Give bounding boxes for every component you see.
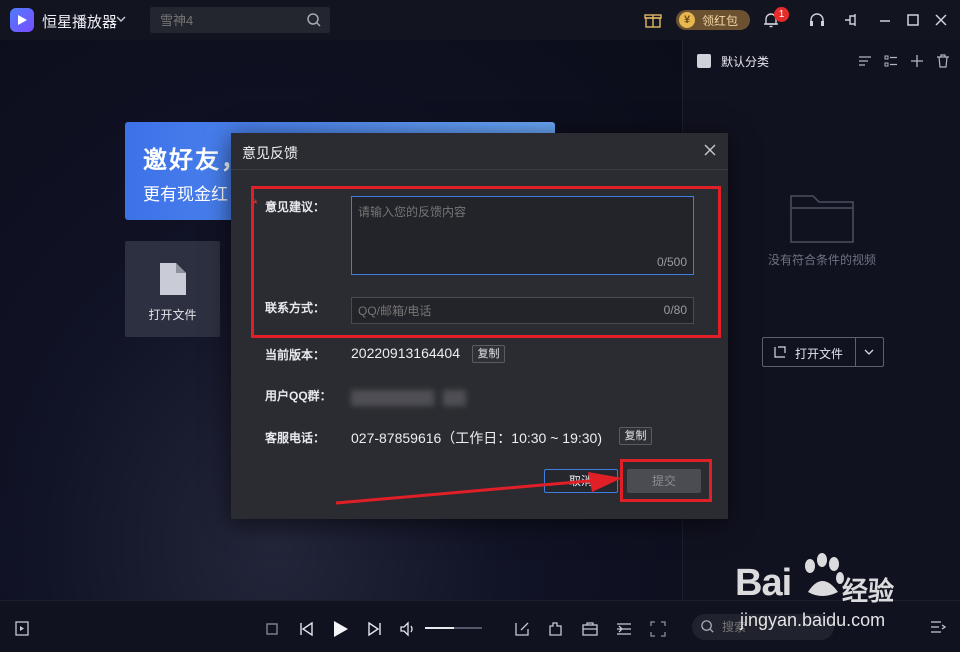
- chevron-down-icon[interactable]: [863, 346, 875, 358]
- open-file-button[interactable]: 打开文件: [762, 337, 884, 367]
- minimize-icon[interactable]: [876, 11, 894, 29]
- close-icon[interactable]: [932, 11, 950, 29]
- notification-badge: 1: [774, 7, 789, 22]
- open-file-icon: [774, 346, 786, 358]
- copy-phone-button[interactable]: 复制: [619, 427, 652, 445]
- annotation-box-form: [251, 186, 721, 338]
- baidu-paw-logo-icon: [805, 553, 844, 596]
- list-view-icon[interactable]: [883, 53, 899, 69]
- fullscreen-icon[interactable]: [649, 620, 667, 638]
- open-file-label: 打开文件: [148, 308, 197, 322]
- banner-subtitle: 更有现金红: [143, 185, 228, 204]
- qq-group-value-blurred: [351, 390, 466, 406]
- trash-icon[interactable]: [935, 53, 951, 69]
- file-icon: [160, 263, 186, 295]
- panel-toggle-icon[interactable]: [929, 618, 947, 636]
- open-file-card[interactable]: 打开文件: [125, 241, 220, 337]
- dialog-title: 意见反馈: [242, 145, 298, 161]
- chevron-down-icon[interactable]: [115, 13, 127, 25]
- empty-folder-icon: [790, 195, 854, 243]
- sort-icon[interactable]: [857, 53, 873, 69]
- annotation-arrow-icon: [335, 472, 622, 505]
- red-envelope-button[interactable]: ¥ 领红包: [676, 10, 750, 30]
- subtitle-icon[interactable]: [615, 620, 633, 638]
- watermark-url: jingyan.baidu.com: [740, 610, 886, 630]
- version-label: 当前版本：: [265, 348, 326, 362]
- back-icon[interactable]: [697, 54, 711, 68]
- toolbox-icon[interactable]: [581, 620, 599, 638]
- version-value: 20220913164404: [351, 345, 461, 361]
- edit-icon[interactable]: [513, 620, 531, 638]
- pin-icon[interactable]: [842, 11, 860, 29]
- headset-icon[interactable]: [808, 11, 826, 29]
- plugin-icon[interactable]: [547, 620, 565, 638]
- qq-group-label: 用户QQ群：: [265, 389, 332, 403]
- coin-icon: ¥: [679, 12, 695, 28]
- open-file-button-label: 打开文件: [795, 347, 844, 361]
- volume-icon[interactable]: [399, 620, 417, 638]
- stop-icon[interactable]: [263, 620, 281, 638]
- play-icon[interactable]: [330, 619, 350, 639]
- watermark-brand: Bai: [735, 562, 792, 604]
- next-icon[interactable]: [366, 620, 384, 638]
- search-icon[interactable]: [700, 619, 715, 634]
- button-separator: [855, 338, 856, 366]
- gift-icon[interactable]: [644, 11, 662, 29]
- volume-slider[interactable]: [425, 627, 482, 629]
- panel-title: 默认分类: [721, 55, 770, 69]
- app-title[interactable]: 恒星播放器: [42, 11, 117, 32]
- playlist-toggle-icon[interactable]: [14, 620, 32, 638]
- maximize-icon[interactable]: [904, 11, 922, 29]
- search-input[interactable]: [150, 7, 300, 33]
- previous-icon[interactable]: [297, 620, 315, 638]
- app-logo-icon: [10, 8, 34, 32]
- dialog-divider: [231, 169, 728, 170]
- phone-value: 027-87859616（工作日：10:30 ~ 19:30): [351, 430, 602, 446]
- copy-version-button[interactable]: 复制: [472, 345, 505, 363]
- close-icon[interactable]: [703, 143, 717, 157]
- search-box[interactable]: [150, 7, 330, 33]
- watermark-brand-suffix: 经验: [842, 576, 895, 606]
- annotation-box-submit: [620, 459, 712, 502]
- add-icon[interactable]: [909, 53, 925, 69]
- title-bar: 恒星播放器 ¥ 领红包 1: [0, 0, 960, 40]
- search-icon[interactable]: [306, 12, 322, 28]
- red-envelope-label: 领红包: [702, 13, 739, 28]
- phone-label: 客服电话：: [265, 431, 326, 445]
- volume-slider-fill: [425, 627, 454, 629]
